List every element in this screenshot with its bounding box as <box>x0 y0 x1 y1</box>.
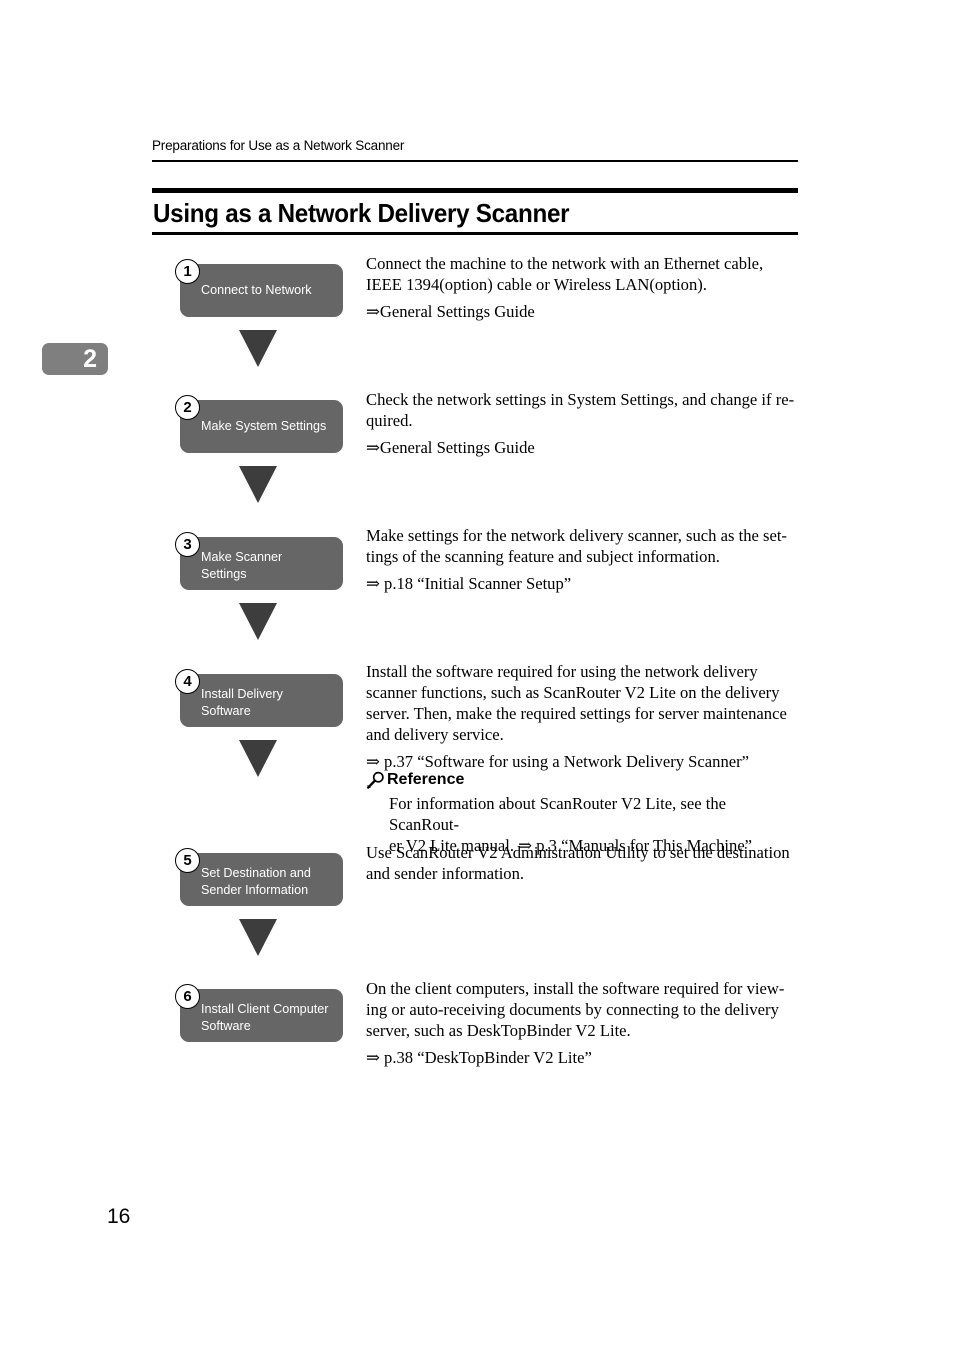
description-line: Use ScanRouter V2 Administration Utility… <box>366 843 790 862</box>
flow-step-description-5: Use ScanRouter V2 Administration Utility… <box>366 842 798 884</box>
description-line: server. Then, make the required settings… <box>366 704 787 723</box>
reference-line: For information about ScanRouter V2 Lite… <box>389 794 727 834</box>
flow-step-label-3-line1: Make Scanner <box>201 550 283 564</box>
flow-arrow-1-to-2 <box>239 330 277 367</box>
description-line: and sender information. <box>366 864 525 883</box>
description-line: On the client computers, install the sof… <box>366 979 785 998</box>
flow-step-number-4: 4 <box>175 669 200 694</box>
flow-step-number-6: 6 <box>175 984 200 1009</box>
flow-step-description-1: Connect the machine to the network with … <box>366 253 798 322</box>
cross-reference: ⇒ p.37 “Software for using a Network Del… <box>366 752 749 771</box>
flow-step-label-3-line2: Settings <box>201 566 247 581</box>
description-line: Check the network settings in System Set… <box>366 390 795 409</box>
flow-arrow-3-to-4 <box>239 603 277 640</box>
flow-step-box-4: Install Delivery Software <box>180 674 343 727</box>
flow-step-label-5-line2: Sender Information <box>201 882 309 897</box>
flow-arrow-5-to-6 <box>239 919 277 956</box>
flow-step-label-4-line1: Install Delivery <box>201 687 283 701</box>
flow-step-label-5-line1: Set Destination and <box>201 866 311 880</box>
flow-step-box-2: Make System Settings <box>180 400 343 453</box>
cross-reference: ⇒ p.18 “Initial Scanner Setup” <box>366 574 572 593</box>
flow-step-number-1: 1 <box>175 259 200 284</box>
magnifier-icon <box>366 770 386 790</box>
flow-step-box-1: Connect to Network <box>180 264 343 317</box>
description-line: and delivery service. <box>366 725 504 744</box>
cross-reference: ⇒ p.38 “DeskTopBinder V2 Lite” <box>366 1048 592 1067</box>
description-line: IEEE 1394(option) cable or Wireless LAN(… <box>366 275 707 294</box>
flow-step-number-5: 5 <box>175 848 200 873</box>
description-line: Connect the machine to the network with … <box>366 254 764 273</box>
description-line: server, such as DeskTopBinder V2 Lite. <box>366 1021 631 1040</box>
description-line: ing or auto-receiving documents by conne… <box>366 1000 779 1019</box>
flow-step-label-1: Connect to Network <box>201 283 312 298</box>
flow-step-number-2: 2 <box>175 395 200 420</box>
flow-step-box-6: Install Client Computer Software <box>180 989 343 1042</box>
section-title-rule-bottom <box>152 232 798 235</box>
cross-reference: ⇒General Settings Guide <box>366 302 535 321</box>
description-line: scanner functions, such as ScanRouter V2… <box>366 683 780 702</box>
reference-heading: Reference <box>366 770 798 790</box>
chapter-marker: 2 <box>42 343 108 375</box>
flow-arrow-2-to-3 <box>239 466 277 503</box>
flow-step-box-3: Make Scanner Settings <box>180 537 343 590</box>
flow-step-label-4-line2: Software <box>201 703 251 718</box>
running-header: Preparations for Use as a Network Scanne… <box>152 138 405 153</box>
description-line: tings of the scanning feature and subjec… <box>366 547 720 566</box>
header-rule <box>152 160 798 162</box>
cross-reference: ⇒General Settings Guide <box>366 438 535 457</box>
flow-step-description-6: On the client computers, install the sof… <box>366 978 798 1068</box>
description-line: Make settings for the network delivery s… <box>366 526 787 545</box>
flow-step-description-2: Check the network settings in System Set… <box>366 389 798 458</box>
flow-step-description-4: Install the software required for using … <box>366 661 798 772</box>
reference-heading-label: Reference <box>387 771 465 788</box>
flow-arrow-4-to-5 <box>239 740 277 777</box>
flow-step-box-5: Set Destination and Sender Information <box>180 853 343 906</box>
description-line: Install the software required for using … <box>366 662 758 681</box>
flow-step-label-6-line2: Software <box>201 1018 251 1033</box>
flow-step-number-3: 3 <box>175 532 200 557</box>
flow-step-label-6-line1: Install Client Computer <box>201 1002 329 1016</box>
flow-step-label-2: Make System Settings <box>201 419 327 434</box>
description-line: quired. <box>366 411 413 430</box>
page-number: 16 <box>107 1205 131 1228</box>
section-title-rule-top <box>152 188 798 193</box>
flow-step-description-3: Make settings for the network delivery s… <box>366 525 798 594</box>
page-title: Using as a Network Delivery Scanner <box>153 198 570 228</box>
